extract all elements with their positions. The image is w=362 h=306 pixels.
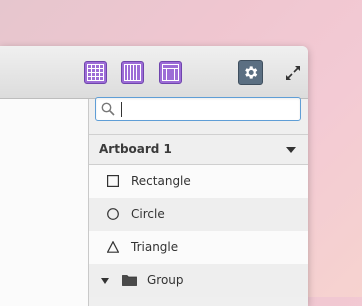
artboard-header[interactable]: Artboard 1 — [89, 134, 308, 165]
search-input[interactable] — [120, 100, 296, 118]
search-field[interactable] — [95, 97, 301, 121]
triangle-icon — [107, 241, 119, 253]
layer-item-rectangle[interactable]: Rectangle — [89, 165, 308, 198]
layer-label: Rectangle — [131, 174, 191, 188]
chevron-down-icon[interactable] — [286, 147, 296, 153]
layer-item-group[interactable]: Group — [89, 264, 308, 297]
layer-label: Triangle — [131, 240, 179, 254]
text-cursor — [121, 102, 122, 117]
expand-chevron-icon[interactable] — [101, 278, 109, 284]
folder-icon — [122, 275, 137, 286]
circle-icon — [107, 208, 119, 220]
canvas-pane — [0, 99, 89, 306]
layer-label: Circle — [131, 207, 165, 221]
search-icon — [101, 102, 115, 116]
layer-item-circle[interactable]: Circle — [89, 198, 308, 231]
artboard-title: Artboard 1 — [99, 142, 172, 156]
square-icon — [107, 175, 119, 187]
layer-item-triangle[interactable]: Triangle — [89, 231, 308, 264]
layers-sidebar: Artboard 1 Rectangle Circle Triangle Gro… — [89, 46, 308, 306]
layer-label: Group — [147, 273, 184, 287]
